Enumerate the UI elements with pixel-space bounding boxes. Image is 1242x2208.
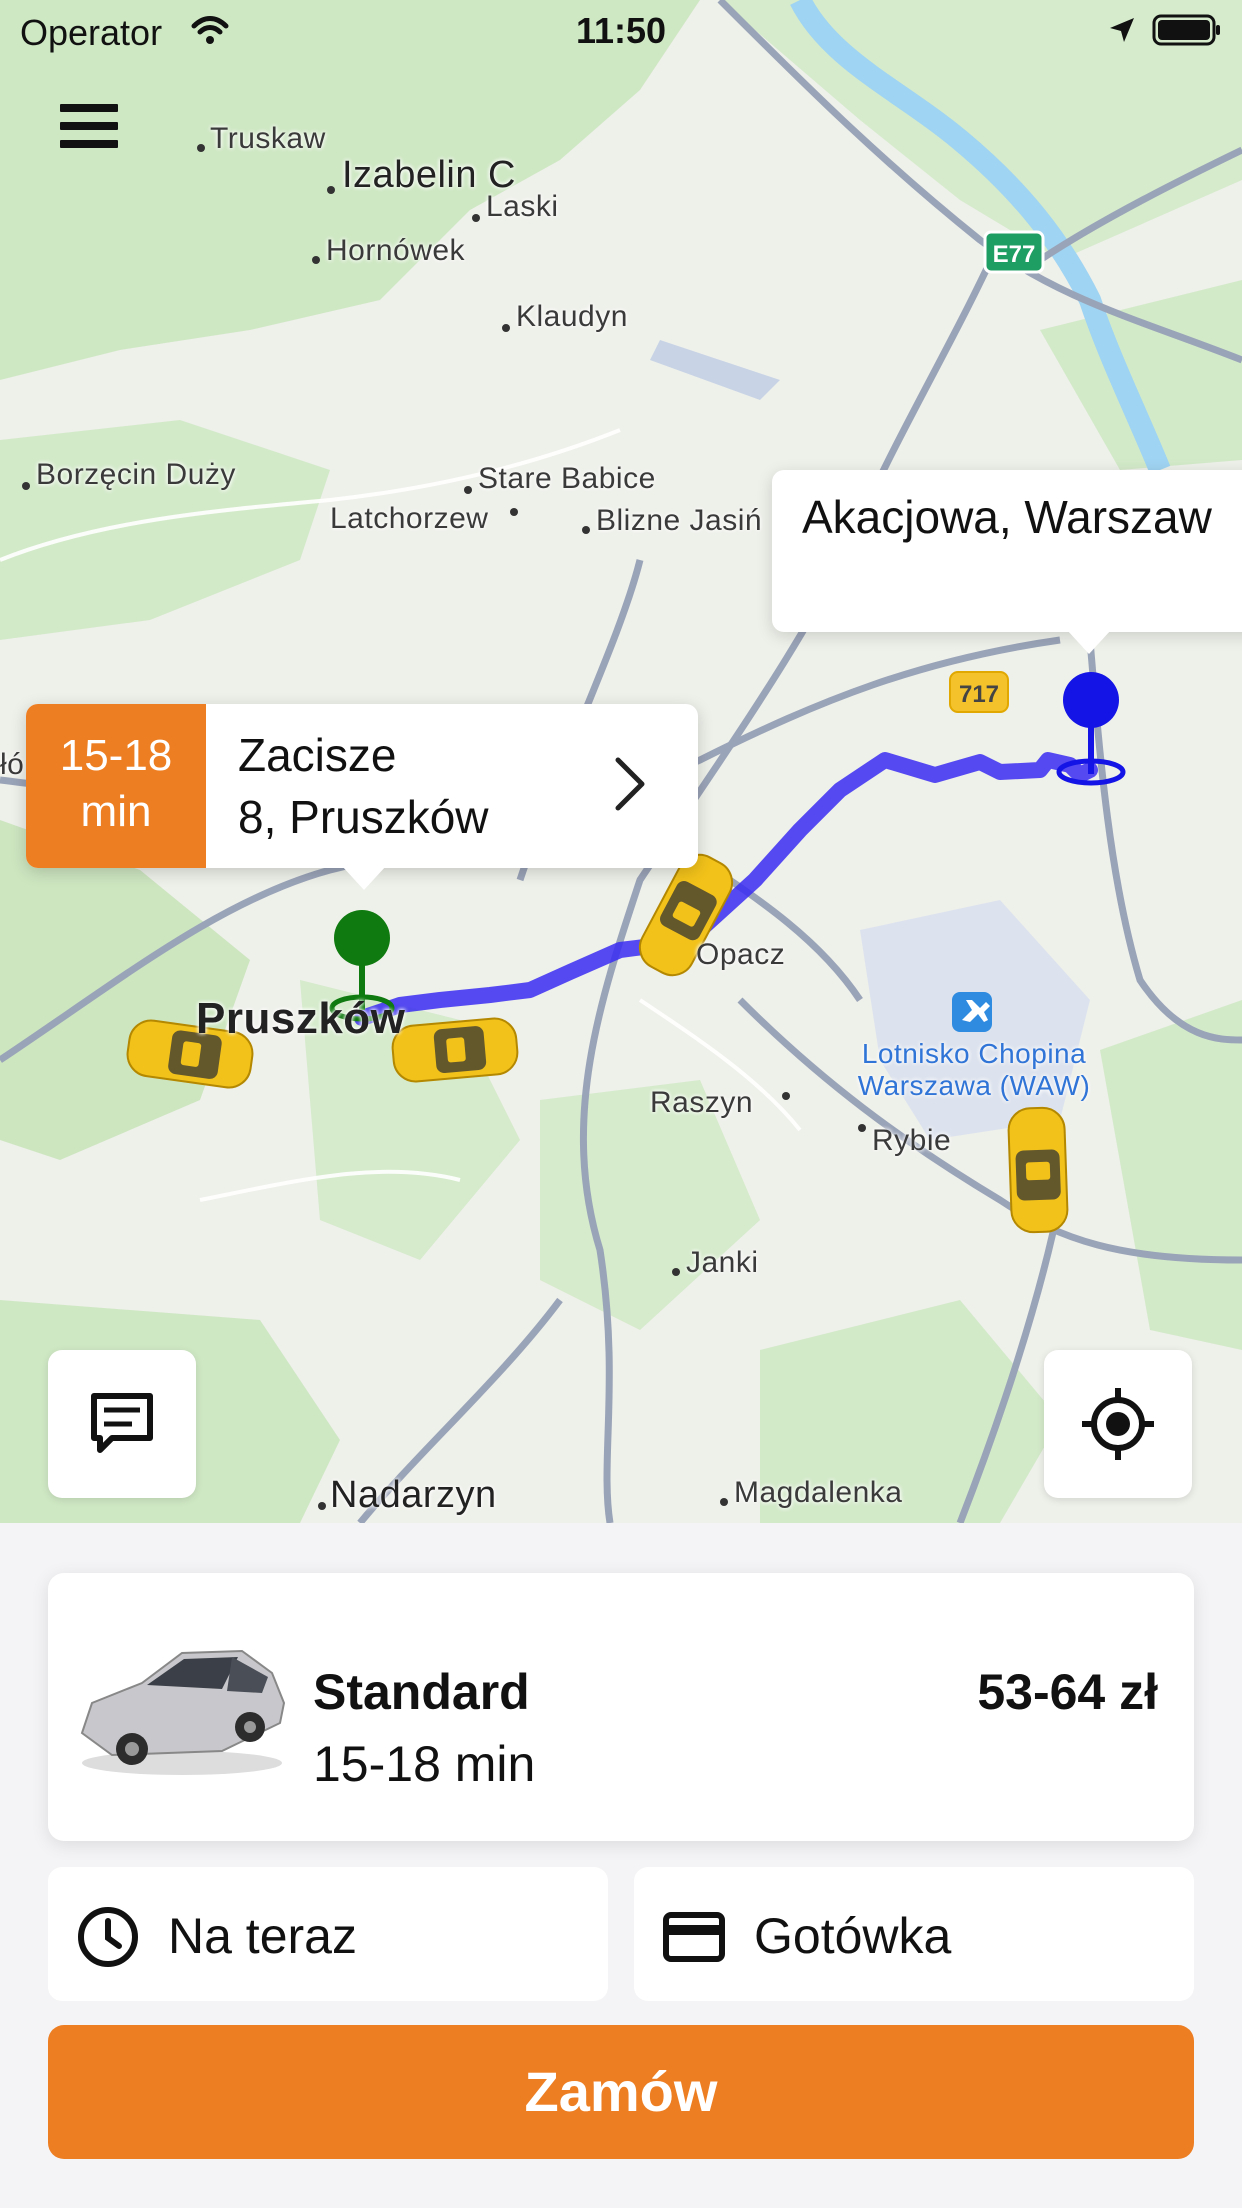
clock: 11:50 [575, 10, 667, 51]
place-label: Stare Babice [478, 462, 656, 495]
place-label: Pruszków [196, 994, 406, 1043]
destination-pin [1056, 672, 1126, 786]
ride-eta: 15-18 min [313, 1736, 536, 1792]
map-view[interactable]: E77 717 Truskaw Izabelin C Laski Hornówe… [0, 0, 1242, 1523]
car-icon [80, 1649, 286, 1775]
order-panel: Standard 15-18 min 53-64 zł Na teraz Got… [0, 1523, 1242, 2208]
payment-option-label: Gotówka [754, 1908, 952, 1964]
taxi-icon [391, 1017, 519, 1083]
place-label: Hornówek [326, 234, 466, 267]
credit-card-icon [663, 1912, 725, 1962]
origin-address-line2: 8, Pruszków [238, 791, 489, 843]
eta-value: 15-18 [59, 731, 173, 780]
location-arrow-icon [1110, 18, 1134, 42]
road-badge-e77-label: E77 [993, 241, 1036, 268]
place-label: Latchorzew [330, 502, 489, 535]
place-label: łó [0, 748, 25, 781]
origin-bubble[interactable]: 15-18 min Zacisze 8, Pruszków [26, 704, 698, 890]
taxi-icon [1007, 1106, 1069, 1234]
time-option-button[interactable]: Na teraz [48, 1867, 608, 2001]
place-label: Opacz [696, 938, 786, 971]
hamburger-icon [60, 104, 118, 112]
menu-button[interactable] [60, 104, 118, 148]
place-label: Rybie [872, 1124, 952, 1157]
eta-unit: min [80, 787, 152, 836]
payment-option-button[interactable]: Gotówka [634, 1867, 1194, 2001]
eta-badge: 15-18 min [26, 704, 206, 868]
locate-icon [1082, 1388, 1154, 1460]
ride-class-name: Standard [313, 1664, 530, 1720]
clock-icon [78, 1907, 138, 1967]
place-label: Magdalenka [734, 1476, 903, 1509]
road-badge-717-label: 717 [959, 681, 999, 708]
time-option-label: Na teraz [168, 1908, 357, 1964]
place-label: Borzęcin Duży [36, 458, 236, 491]
destination-bubble[interactable]: Akacjowa, Warszaw [772, 470, 1242, 654]
airport-label: Lotnisko Chopina Warszawa (WAW) [857, 1038, 1091, 1101]
place-label: Klaudyn [516, 300, 628, 333]
place-label: Blizne Jasiń [596, 504, 763, 537]
ride-price: 53-64 zł [977, 1664, 1158, 1720]
place-label: Truskaw [210, 122, 326, 155]
chat-icon [91, 1393, 153, 1453]
chat-button[interactable] [48, 1350, 196, 1498]
destination-address: Akacjowa, Warszaw [802, 491, 1212, 543]
locate-button[interactable] [1044, 1350, 1192, 1498]
order-button[interactable]: Zamów [48, 2025, 1194, 2159]
ride-class-card[interactable]: Standard 15-18 min 53-64 zł [48, 1573, 1194, 1841]
origin-address-line1: Zacisze [238, 729, 397, 781]
battery-icon [1152, 14, 1220, 46]
place-label: Raszyn [650, 1086, 754, 1119]
place-label: Janki [686, 1246, 759, 1279]
status-bar: Operator 11:50 [0, 0, 1242, 62]
place-label: Laski [486, 190, 559, 223]
place-label: Nadarzyn [330, 1474, 497, 1516]
chevron-right-icon [615, 757, 645, 811]
origin-address: Zacisze 8, Pruszków [238, 724, 489, 848]
